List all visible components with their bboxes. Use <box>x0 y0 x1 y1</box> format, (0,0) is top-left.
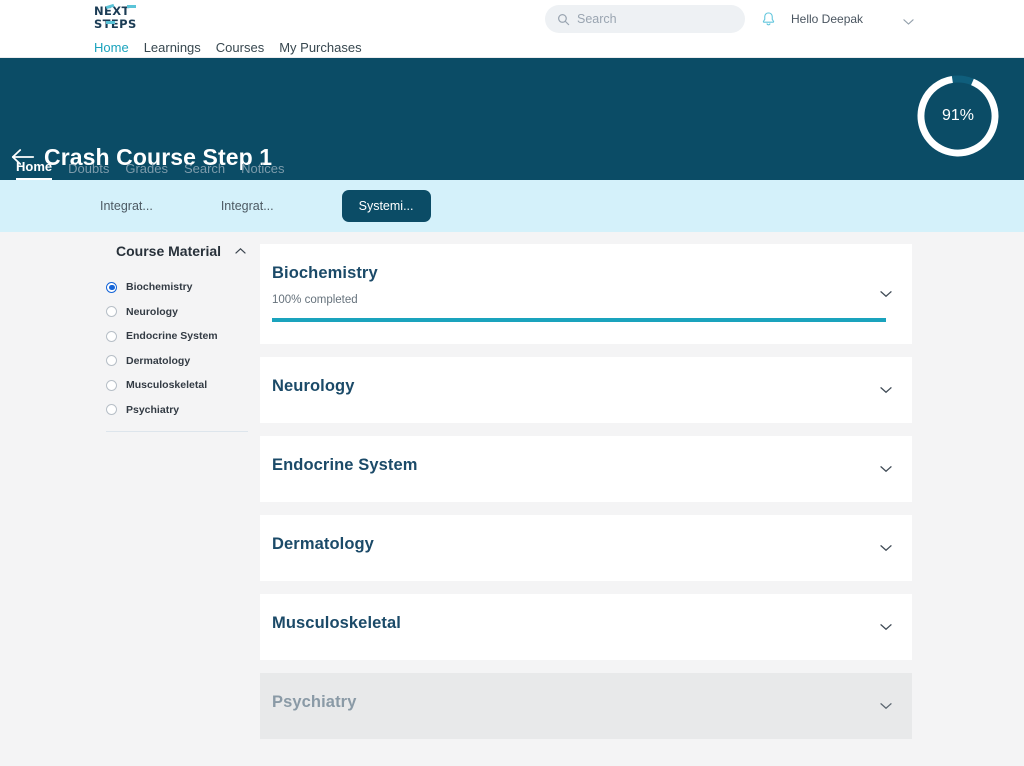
bell-icon <box>762 12 775 26</box>
card-dermatology[interactable]: Dermatology <box>260 515 912 581</box>
sidebar-item-dermatology[interactable]: Dermatology <box>106 349 248 374</box>
chevron-down-icon <box>880 291 892 298</box>
chevron-down-icon <box>880 466 892 473</box>
sidebar-item-psychiatry[interactable]: Psychiatry <box>106 398 248 423</box>
subject-card-list: Biochemistry 100% completed Neurology En… <box>260 244 912 752</box>
notifications-button[interactable] <box>760 11 777 33</box>
sidebar-item-biochemistry[interactable]: Biochemistry <box>106 275 248 300</box>
chevron-down-icon <box>880 703 892 710</box>
subject-radio-list: Biochemistry Neurology Endocrine System … <box>106 275 248 422</box>
course-header: Crash Course Step 1 91% Home Doubts Grad… <box>0 58 1024 180</box>
chip-integrat-1[interactable]: Integrat... <box>100 199 153 213</box>
card-progress-label: 100% completed <box>272 294 358 306</box>
sidebar-item-label: Endocrine System <box>126 330 218 343</box>
card-expand-button[interactable] <box>880 285 892 303</box>
chevron-down-icon <box>880 545 892 552</box>
user-greeting[interactable]: Hello Deepak <box>791 12 863 26</box>
tab-grades[interactable]: Grades <box>125 161 168 180</box>
card-title: Biochemistry <box>272 264 378 282</box>
user-menu-button[interactable] <box>903 13 914 31</box>
content-area: Course Material Biochemistry Neurology E… <box>0 232 1024 766</box>
logo-line-1: NEXT <box>94 4 130 18</box>
sidebar-item-label: Biochemistry <box>126 281 193 294</box>
chip-integrat-2[interactable]: Integrat... <box>221 199 274 213</box>
sidebar-item-label: Dermatology <box>126 354 191 367</box>
logo-line-2: STEPS <box>94 16 137 31</box>
radio-icon <box>106 306 117 318</box>
logo-accent-mark <box>106 21 115 24</box>
card-title: Neurology <box>272 377 355 395</box>
sidebar-header[interactable]: Course Material <box>106 240 248 262</box>
card-progress-bar <box>272 318 886 322</box>
radio-icon <box>106 355 117 367</box>
radio-icon <box>106 404 117 416</box>
card-expand-button[interactable] <box>880 381 892 399</box>
search-input[interactable] <box>577 12 733 26</box>
sidebar-item-label: Neurology <box>126 305 178 318</box>
card-title: Psychiatry <box>272 693 357 711</box>
search-box[interactable] <box>545 5 745 33</box>
chevron-up-icon[interactable] <box>235 247 246 255</box>
tab-search[interactable]: Search <box>184 161 225 180</box>
next-steps-logo[interactable]: NEXT STEPS <box>94 3 142 34</box>
card-psychiatry[interactable]: Psychiatry <box>260 673 912 739</box>
tab-home[interactable]: Home <box>16 159 53 180</box>
sidebar-item-label: Psychiatry <box>126 403 180 416</box>
card-musculoskeletal[interactable]: Musculoskeletal <box>260 594 912 660</box>
card-expand-button[interactable] <box>880 539 892 557</box>
course-tab-bar: Home Doubts Grades Search Notices <box>0 154 285 180</box>
tab-notices[interactable]: Notices <box>241 161 284 180</box>
card-title: Musculoskeletal <box>272 614 401 632</box>
sidebar-item-neurology[interactable]: Neurology <box>106 300 248 325</box>
course-material-sidebar: Course Material Biochemistry Neurology E… <box>106 240 248 432</box>
card-expand-button[interactable] <box>880 460 892 478</box>
chip-systemi-active[interactable]: Systemi... <box>341 190 431 222</box>
subject-chip-bar: Integrat... Integrat... Systemi... <box>0 180 1024 232</box>
logo-accent-mark <box>127 5 136 8</box>
progress-percent-label: 91% <box>941 107 975 124</box>
chevron-down-icon <box>903 19 914 25</box>
card-neurology[interactable]: Neurology <box>260 357 912 423</box>
sidebar-divider <box>106 431 248 432</box>
card-expand-button[interactable] <box>880 697 892 715</box>
sidebar-item-label: Musculoskeletal <box>126 379 208 392</box>
radio-icon <box>106 281 117 293</box>
global-top-bar: NEXT STEPS Home Learnings Courses My Pur… <box>0 0 1024 61</box>
card-title: Endocrine System <box>272 456 418 474</box>
sidebar-title: Course Material <box>116 243 222 259</box>
chevron-down-icon <box>880 387 892 394</box>
chevron-down-icon <box>880 624 892 631</box>
card-endocrine-system[interactable]: Endocrine System <box>260 436 912 502</box>
search-icon <box>558 13 570 25</box>
radio-icon <box>106 379 117 391</box>
sidebar-item-endocrine-system[interactable]: Endocrine System <box>106 324 248 349</box>
card-title: Dermatology <box>272 535 374 553</box>
sidebar-item-musculoskeletal[interactable]: Musculoskeletal <box>106 373 248 398</box>
card-expand-button[interactable] <box>880 618 892 636</box>
tab-doubts[interactable]: Doubts <box>68 161 109 180</box>
card-progress-fill <box>272 318 886 322</box>
course-progress-ring: 91% <box>914 72 1002 160</box>
card-biochemistry[interactable]: Biochemistry 100% completed <box>260 244 912 344</box>
radio-icon <box>106 330 117 342</box>
